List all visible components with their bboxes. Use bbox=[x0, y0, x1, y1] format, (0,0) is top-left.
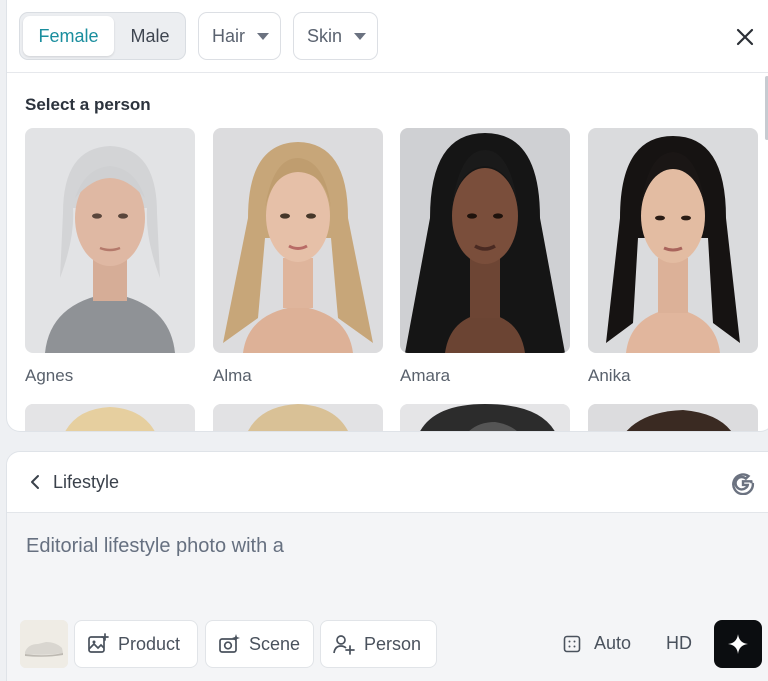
person-label: Person bbox=[364, 633, 422, 654]
image-plus-icon bbox=[88, 633, 109, 653]
sparkle-icon bbox=[728, 634, 748, 654]
person-card-partial[interactable] bbox=[213, 404, 383, 431]
back-button[interactable]: Lifestyle bbox=[29, 472, 119, 493]
gender-segmented-control: Female Male bbox=[19, 12, 186, 60]
gender-female-option[interactable]: Female bbox=[23, 16, 114, 56]
person-card-alma[interactable]: Alma bbox=[213, 128, 383, 385]
auto-label: Auto bbox=[594, 633, 632, 653]
close-icon[interactable] bbox=[733, 25, 757, 49]
product-thumbnail[interactable] bbox=[20, 620, 68, 668]
person-name: Anika bbox=[588, 366, 631, 385]
aspect-ratio-icon bbox=[563, 635, 581, 652]
product-label: Product bbox=[118, 633, 181, 654]
person-card-partial[interactable] bbox=[588, 404, 758, 431]
add-product-button[interactable]: Product bbox=[74, 620, 198, 668]
prompt-composer: Lifestyle Editorial lifestyle photo with… bbox=[6, 451, 768, 681]
skin-filter-label: Skin bbox=[307, 25, 343, 46]
person-photo bbox=[588, 128, 758, 353]
add-person-button[interactable]: Person bbox=[320, 620, 437, 668]
scene-label: Scene bbox=[249, 633, 301, 654]
person-photo bbox=[25, 128, 195, 353]
person-plus-icon bbox=[333, 635, 355, 655]
person-photo bbox=[213, 128, 383, 353]
person-name: Alma bbox=[213, 366, 252, 385]
skin-filter-dropdown[interactable]: Skin bbox=[293, 12, 378, 60]
chevron-left-icon bbox=[31, 475, 39, 489]
person-name: Amara bbox=[400, 366, 451, 385]
person-card-partial[interactable] bbox=[400, 404, 570, 431]
generate-button[interactable] bbox=[714, 620, 762, 668]
person-photo bbox=[400, 128, 570, 353]
chevron-down-icon bbox=[354, 32, 367, 40]
person-picker-panel: Female Male Hair Skin Select a person Ag… bbox=[6, 0, 768, 432]
gender-male-option[interactable]: Male bbox=[116, 16, 184, 56]
add-scene-button[interactable]: Scene bbox=[205, 620, 314, 668]
camera-sparkle-icon bbox=[219, 634, 240, 653]
hd-toggle[interactable]: HD bbox=[666, 633, 692, 654]
person-name: Agnes bbox=[25, 366, 74, 385]
back-label: Lifestyle bbox=[53, 471, 120, 492]
person-card-anika[interactable]: Anika bbox=[588, 128, 758, 385]
person-card-partial[interactable] bbox=[25, 404, 195, 431]
hair-filter-dropdown[interactable]: Hair bbox=[198, 12, 281, 60]
person-card-agnes[interactable]: Agnes bbox=[25, 128, 195, 385]
hair-filter-label: Hair bbox=[212, 25, 246, 46]
chevron-down-icon bbox=[257, 32, 270, 40]
aspect-ratio-auto-button[interactable]: Auto bbox=[563, 633, 631, 654]
filter-bar: Female Male Hair Skin bbox=[7, 0, 768, 73]
section-title: Select a person bbox=[25, 95, 151, 114]
prompt-input[interactable]: Editorial lifestyle photo with a bbox=[26, 535, 706, 558]
composer-header: Lifestyle bbox=[7, 452, 768, 513]
google-icon bbox=[732, 473, 755, 495]
person-card-amara[interactable]: Amara bbox=[400, 128, 570, 385]
